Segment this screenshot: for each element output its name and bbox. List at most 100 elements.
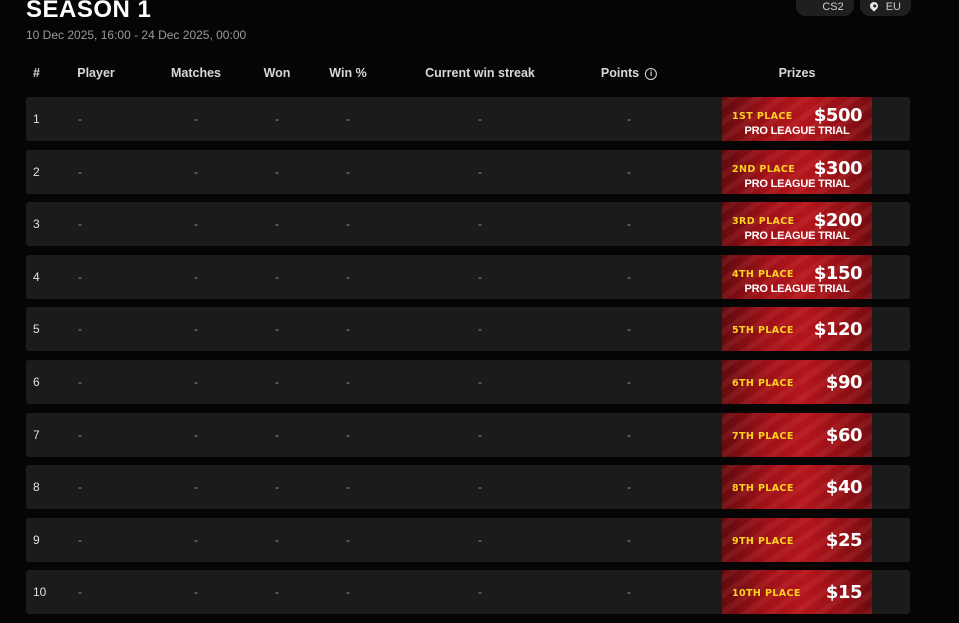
won-cell: - xyxy=(275,112,279,126)
header-rank: # xyxy=(33,66,40,80)
win-pct-cell: - xyxy=(346,427,350,442)
prize-place-label: 3RD PLACE xyxy=(732,216,795,228)
game-tag[interactable]: CS2 xyxy=(796,0,854,16)
table-row[interactable]: 6 - - - - - - 6TH PLACE $90 xyxy=(26,359,910,404)
prize-banner: 6TH PLACE $90 xyxy=(722,359,872,404)
table-row[interactable]: 3 - - - - - - 3RD PLACE $200 PRO LEAGUE TRIAL xyxy=(26,202,910,247)
prize-place-label: 5TH PLACE xyxy=(732,325,794,337)
win-pct-cell: - xyxy=(346,480,350,495)
prize-amount: $500 xyxy=(813,105,863,126)
player-cell: - xyxy=(78,585,82,600)
points-cell: - xyxy=(627,164,631,179)
streak-cell: - xyxy=(478,112,482,126)
player-cell: - xyxy=(78,112,82,126)
prize-amount: $15 xyxy=(825,582,863,604)
rank-cell: 5 xyxy=(33,322,40,337)
prize-extra-reward: PRO LEAGUE TRIAL xyxy=(744,125,850,137)
table-row[interactable]: 2 - - - - - - 2ND PLACE $300 PRO LEAGUE TRIAL xyxy=(26,149,910,194)
prize-banner: 1ST PLACE $500 PRO LEAGUE TRIAL xyxy=(722,97,872,141)
points-cell: - xyxy=(627,217,631,232)
prize-amount: $120 xyxy=(813,319,863,341)
win-pct-cell: - xyxy=(346,164,350,179)
player-cell: - xyxy=(78,164,82,179)
info-icon[interactable]: i xyxy=(645,68,658,80)
player-cell: - xyxy=(78,269,82,284)
prize-place-label: 9TH PLACE xyxy=(732,535,794,547)
region-tag-label: EU xyxy=(885,1,901,13)
rank-cell: 7 xyxy=(33,427,40,442)
points-cell: - xyxy=(627,532,631,547)
header-points: Points i xyxy=(600,66,658,80)
prize-place-label: 2ND PLACE xyxy=(732,163,796,175)
header-matches: Matches xyxy=(170,66,222,80)
points-cell: - xyxy=(627,427,631,442)
header-prizes: Prizes xyxy=(778,66,816,80)
prize-place-label: 10TH PLACE xyxy=(732,588,801,600)
win-pct-cell: - xyxy=(346,532,350,547)
streak-cell: - xyxy=(478,164,482,179)
matches-cell: - xyxy=(194,164,198,179)
table-row[interactable]: 7 - - - - - - 7TH PLACE $60 xyxy=(26,412,910,457)
leaderboard-header: # Player Matches Won Win % Current win s… xyxy=(26,66,910,84)
streak-cell: - xyxy=(478,480,482,495)
streak-cell: - xyxy=(478,374,482,389)
matches-cell: - xyxy=(194,532,198,547)
prize-place-label: 8TH PLACE xyxy=(732,483,794,495)
table-row[interactable]: 1 - - - - - - 1ST PLACE $500 PRO LEAGUE TRIAL xyxy=(26,97,910,141)
rank-cell: 2 xyxy=(33,164,40,179)
prize-amount: $200 xyxy=(813,210,863,232)
region-tag[interactable]: EU xyxy=(859,0,911,16)
header-player: Player xyxy=(77,66,115,80)
matches-cell: - xyxy=(194,269,198,284)
win-pct-cell: - xyxy=(346,112,350,126)
prize-place-label: 1ST PLACE xyxy=(732,111,793,122)
prize-place-label: 7TH PLACE xyxy=(732,430,794,442)
rank-cell: 3 xyxy=(33,217,40,232)
rank-cell: 4 xyxy=(33,269,40,284)
won-cell: - xyxy=(275,269,279,284)
player-cell: - xyxy=(78,532,82,547)
prize-banner: 8TH PLACE $40 xyxy=(722,465,872,510)
prize-banner: 9TH PLACE $25 xyxy=(722,517,872,562)
game-tag-label: CS2 xyxy=(822,1,844,13)
prize-banner: 5TH PLACE $120 xyxy=(722,307,872,352)
location-pin-icon xyxy=(868,0,880,12)
won-cell: - xyxy=(275,164,279,179)
prize-amount: $60 xyxy=(825,424,863,446)
prize-amount: $300 xyxy=(813,157,863,179)
table-row[interactable]: 4 - - - - - - 4TH PLACE $150 PRO LEAGUE TRIAL xyxy=(26,254,910,299)
table-row[interactable]: 8 - - - - - - 8TH PLACE $40 xyxy=(26,465,910,510)
win-pct-cell: - xyxy=(346,269,350,284)
won-cell: - xyxy=(275,374,279,389)
table-row[interactable]: 5 - - - - - - 5TH PLACE $120 xyxy=(26,307,910,352)
win-pct-cell: - xyxy=(346,374,350,389)
page-title: SEASON 1 xyxy=(26,0,152,23)
matches-cell: - xyxy=(194,112,198,126)
table-row[interactable]: 10 - - - - - - 10TH PLACE $15 xyxy=(26,570,910,615)
prize-extra-reward: PRO LEAGUE TRIAL xyxy=(744,282,850,295)
player-cell: - xyxy=(78,217,82,232)
prize-banner: 2ND PLACE $300 PRO LEAGUE TRIAL xyxy=(722,149,872,194)
player-cell: - xyxy=(78,322,82,337)
streak-cell: - xyxy=(478,427,482,442)
rank-cell: 8 xyxy=(33,480,40,495)
matches-cell: - xyxy=(194,217,198,232)
header-points-label: Points xyxy=(600,66,640,80)
rank-cell: 1 xyxy=(33,112,40,126)
header-win-pct: Win % xyxy=(329,66,367,80)
header-won: Won xyxy=(263,66,291,80)
matches-cell: - xyxy=(194,322,198,337)
prize-amount: $25 xyxy=(825,529,863,551)
points-cell: - xyxy=(627,374,631,389)
matches-cell: - xyxy=(194,427,198,442)
win-pct-cell: - xyxy=(346,217,350,232)
prize-extra-reward: PRO LEAGUE TRIAL xyxy=(744,177,850,190)
streak-cell: - xyxy=(478,217,482,232)
streak-cell: - xyxy=(478,532,482,547)
table-row[interactable]: 9 - - - - - - 9TH PLACE $25 xyxy=(26,517,910,562)
won-cell: - xyxy=(275,480,279,495)
season-date-range: 10 Dec 2025, 16:00 - 24 Dec 2025, 00:00 xyxy=(26,28,247,42)
header-current-win-streak: Current win streak xyxy=(425,66,535,80)
matches-cell: - xyxy=(194,480,198,495)
prize-banner: 4TH PLACE $150 PRO LEAGUE TRIAL xyxy=(722,254,872,299)
